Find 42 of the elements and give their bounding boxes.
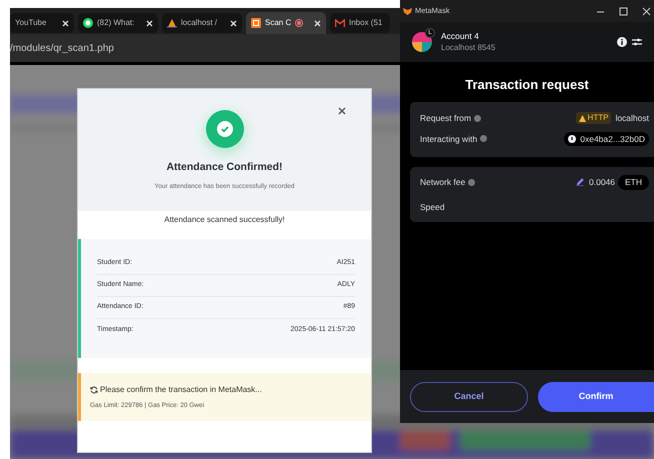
http-warning-badge: HTTP: [576, 112, 612, 124]
address-bar[interactable]: /modules/qr_scan1.php: [10, 34, 400, 62]
browser-tab[interactable]: Inbox (51: [330, 13, 390, 33]
origin-text: localhost: [615, 112, 649, 124]
account-name: Account 4: [441, 30, 480, 42]
browser-tab[interactable]: Scan C: [246, 12, 326, 34]
page-heading: Transaction request: [464, 76, 590, 94]
close-icon[interactable]: [62, 20, 69, 26]
close-icon: [338, 107, 346, 115]
fox-icon: [403, 6, 412, 16]
info-icon[interactable]: [617, 37, 627, 47]
field-label: Network fee: [420, 176, 466, 188]
field-label: Speed: [420, 200, 446, 214]
settings-sliders-icon[interactable]: [632, 37, 642, 47]
field-label: Interacting with: [420, 132, 478, 146]
refresh-icon: [90, 386, 98, 394]
notice-text: Please confirm the transaction in MetaMask...: [100, 384, 262, 396]
browser-tab[interactable]: (82) What:: [78, 13, 158, 33]
sail-icon: [167, 18, 177, 28]
network-name: Localhost 8545: [441, 42, 496, 54]
cancel-button[interactable]: Cancel: [410, 382, 528, 412]
success-badge-icon: [206, 110, 244, 148]
browser-tab[interactable]: localhost /: [162, 13, 242, 33]
field-label: Request from: [420, 112, 472, 124]
mail-icon: [335, 19, 345, 27]
confirm-button[interactable]: Confirm: [538, 382, 654, 412]
address-pill[interactable]: 0xe4ba2...32b0D: [564, 132, 649, 146]
close-icon[interactable]: [146, 20, 153, 26]
status-message: Attendance scanned successfully!: [164, 214, 285, 226]
maximize-icon[interactable]: [619, 6, 628, 16]
dialog-title: Attendance Confirmed!: [166, 160, 283, 175]
recording-icon: [295, 19, 304, 27]
close-icon[interactable]: [314, 20, 321, 26]
close-icon[interactable]: [230, 20, 237, 26]
chat-bubble-icon: [83, 18, 93, 28]
currency-pill: ETH: [618, 174, 649, 190]
browser-tab[interactable]: YouTube: [10, 13, 74, 33]
fee-amount: 0.0046: [589, 176, 615, 188]
app-logo-icon: [251, 18, 261, 28]
close-icon[interactable]: [642, 6, 651, 16]
account-avatar-icon: [412, 32, 432, 52]
pencil-icon[interactable]: [576, 178, 584, 186]
